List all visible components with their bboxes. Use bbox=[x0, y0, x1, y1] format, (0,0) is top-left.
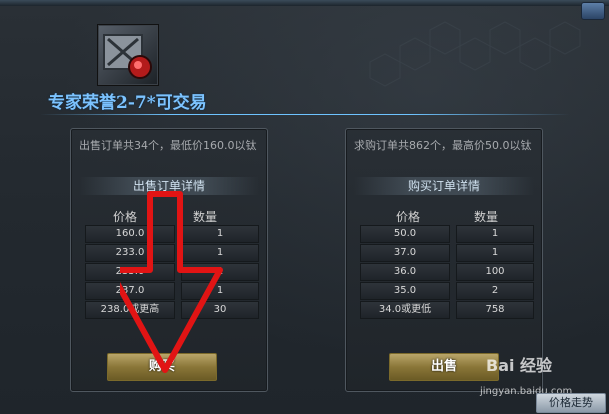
qty-cell: 2 bbox=[456, 282, 534, 300]
table-row[interactable]: 35.0 2 bbox=[360, 282, 536, 300]
sell-button[interactable]: 出售 bbox=[389, 353, 499, 381]
table-row[interactable]: 36.0 100 bbox=[360, 263, 536, 281]
price-trend-button[interactable]: 价格走势 bbox=[536, 393, 606, 413]
qty-cell: 1 bbox=[456, 244, 534, 262]
sell-summary: 出售订单共34个，最低价160.0以钛 bbox=[79, 139, 257, 152]
item-title: 专家荣誉2-7*可交易 bbox=[48, 93, 207, 113]
buy-qty-header: 数量 bbox=[474, 210, 499, 224]
buy-detail-title: 购买订单详情 bbox=[354, 177, 534, 195]
buy-order-list: 50.0 1 37.0 1 36.0 100 35.0 2 34.0或更低 75… bbox=[360, 225, 536, 320]
title-divider bbox=[40, 114, 570, 115]
buy-summary: 求购订单共862个，最高价50.0以钛 bbox=[354, 139, 532, 152]
price-cell: 35.0 bbox=[360, 282, 450, 300]
table-row[interactable]: 37.0 1 bbox=[360, 244, 536, 262]
qty-cell: 100 bbox=[456, 263, 534, 281]
price-cell: 50.0 bbox=[360, 225, 450, 243]
window-top-frame bbox=[0, 0, 609, 6]
buy-price-header: 价格 bbox=[396, 210, 421, 224]
table-row[interactable]: 50.0 1 bbox=[360, 225, 536, 243]
qty-cell: 758 bbox=[456, 301, 534, 319]
watermark-logo: Bai 经验 bbox=[486, 356, 553, 375]
window-corner-icon[interactable] bbox=[581, 2, 605, 20]
price-cell: 34.0或更低 bbox=[360, 301, 450, 319]
table-row[interactable]: 34.0或更低 758 bbox=[360, 301, 536, 319]
supply-crate-icon bbox=[97, 24, 159, 86]
red-arrow-annotation bbox=[120, 191, 223, 373]
price-cell: 36.0 bbox=[360, 263, 450, 281]
price-cell: 37.0 bbox=[360, 244, 450, 262]
qty-cell: 1 bbox=[456, 225, 534, 243]
